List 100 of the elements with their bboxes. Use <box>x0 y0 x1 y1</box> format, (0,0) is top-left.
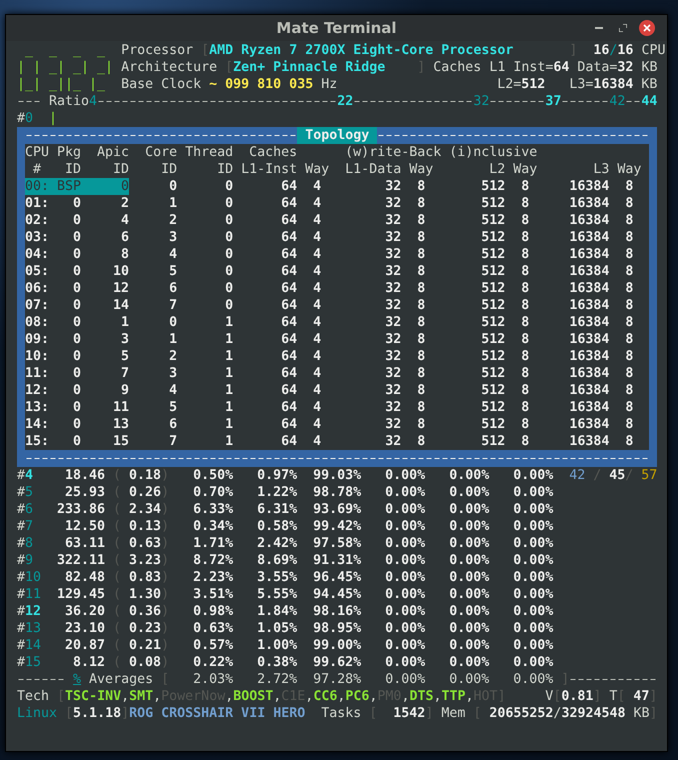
bracket: ( <box>112 518 122 535</box>
cpu-id: 06: <box>25 280 50 297</box>
bracket: ) <box>161 467 170 484</box>
table-cell-text: 8 <box>624 178 634 195</box>
table-cell-text: 8 <box>520 365 530 382</box>
table-cell-text: 8 <box>624 365 634 382</box>
percentage-value: 0.00% <box>448 654 490 671</box>
table-cell-text: 16384 <box>568 382 610 399</box>
comma: , <box>401 688 410 705</box>
percentage-value: 1.84% <box>256 603 298 620</box>
table-cell-text: 5 <box>168 263 178 280</box>
table-cell-text: 0 <box>72 365 82 382</box>
hash-sign: # <box>17 110 26 127</box>
table-cell-text: 64 <box>280 365 298 382</box>
frequency-value: 8.12 <box>72 654 106 671</box>
table-cell-text: 32 <box>384 195 402 212</box>
table-cell-text: 16384 <box>568 178 610 195</box>
table-cell-text: 32 <box>384 246 402 263</box>
base-clock-label: Base Clock <box>121 76 202 93</box>
table-cell-text: 64 <box>280 229 298 246</box>
row-highlight[interactable]: 00: BSP 0 <box>25 178 130 195</box>
frequency-value: 36.20 <box>64 603 106 620</box>
table-cell-text: 16384 <box>568 416 610 433</box>
table-cell-text: 8 <box>416 263 426 280</box>
table-cell-text: 0 <box>224 229 234 246</box>
cpu-number: 6 <box>25 501 34 518</box>
table-cell-text: 8 <box>520 263 530 280</box>
table-cell-text: 32 <box>384 297 402 314</box>
ascii-logo-line: |_| _||_ |_ <box>17 76 106 93</box>
percentage-value: 5.55% <box>256 586 298 603</box>
bracket: ] <box>425 705 434 722</box>
table-cell-text: 512 <box>480 348 506 365</box>
cpu-id: 02: <box>25 212 50 229</box>
bracket: ] <box>498 688 506 705</box>
comma: , <box>337 688 346 705</box>
percentage-value: 0.00% <box>384 620 426 637</box>
percent-symbol: % <box>73 671 82 688</box>
table-cell-text: 32 <box>384 229 402 246</box>
table-cell-text: 16384 <box>568 263 610 280</box>
bracket: ( <box>112 603 122 620</box>
table-cell-text: 0 <box>72 280 82 297</box>
bracket: ( <box>112 484 122 501</box>
table-cell-text: 0 <box>72 331 82 348</box>
cpu-id: 01: <box>25 195 50 212</box>
percentage-value: 94.45% <box>312 586 362 603</box>
bracket: ] <box>561 671 570 688</box>
panel-title: Topology <box>297 127 378 144</box>
bracket: ( <box>112 467 122 484</box>
close-button[interactable] <box>639 20 655 36</box>
bracket: [ <box>57 688 66 705</box>
table-cell-text: 8 <box>624 229 634 246</box>
table-cell-text: 0 <box>72 212 82 229</box>
slash: / <box>625 467 634 484</box>
bracket: ) <box>161 552 170 569</box>
table-cell-text: 8 <box>416 314 426 331</box>
bracket: ( <box>112 654 122 671</box>
table-cell-text: 64 <box>280 297 298 314</box>
ratio-value: 3.23 <box>128 552 162 569</box>
table-cell-text: 16384 <box>568 314 610 331</box>
table-cell-text: 512 <box>480 212 506 229</box>
table-cell-text: 16384 <box>568 297 610 314</box>
cache-size: 16384 <box>593 76 634 93</box>
table-cell-text: 0 <box>224 246 234 263</box>
bracket: ) <box>161 518 170 535</box>
table-cell-text: 7 <box>120 365 130 382</box>
column-header: L1-Inst <box>240 161 298 178</box>
frequency-value: 23.10 <box>64 620 106 637</box>
table-cell-text: 1 <box>224 399 234 416</box>
ratio-value: 0.63 <box>128 535 162 552</box>
percentage-value: 0.58% <box>256 518 298 535</box>
table-cell-text: 64 <box>280 263 298 280</box>
table-cell-text: 1 <box>120 314 130 331</box>
memory-label: Mem <box>441 705 466 722</box>
table-cell-text: 8 <box>416 416 426 433</box>
percentage-value: 0.00% <box>448 535 490 552</box>
frequency-value: 63.11 <box>64 535 106 552</box>
percentage-value: 0.00% <box>384 484 426 501</box>
percentage-value: 0.00% <box>384 637 426 654</box>
cpu-id: 12: <box>25 382 50 399</box>
bracket: ) <box>161 501 170 518</box>
cpu-number: 15 <box>25 654 42 671</box>
percentage-value: 99.00% <box>312 637 362 654</box>
comma: , <box>433 688 442 705</box>
table-cell-text: 0 <box>72 314 82 331</box>
average-value: 0.00% <box>448 671 490 688</box>
bracket: ( <box>112 535 122 552</box>
ratio-value: 0.23 <box>128 620 162 637</box>
percentage-value: 8.72% <box>192 552 234 569</box>
table-cell-text: 0 <box>120 178 130 195</box>
table-cell-text: 512 <box>480 416 506 433</box>
bracket: ( <box>112 501 122 518</box>
table-cell-text: 0 <box>224 263 234 280</box>
frequency-value: 12.50 <box>64 518 106 535</box>
table-cell-text: 1 <box>168 331 178 348</box>
table-cell-text: 32 <box>384 314 402 331</box>
table-cell-text: 64 <box>280 178 298 195</box>
feature-label: SMT <box>129 688 154 705</box>
table-cell-text: 16384 <box>568 331 610 348</box>
bracket: [ <box>201 42 210 59</box>
percentage-value: 1.05% <box>256 620 298 637</box>
